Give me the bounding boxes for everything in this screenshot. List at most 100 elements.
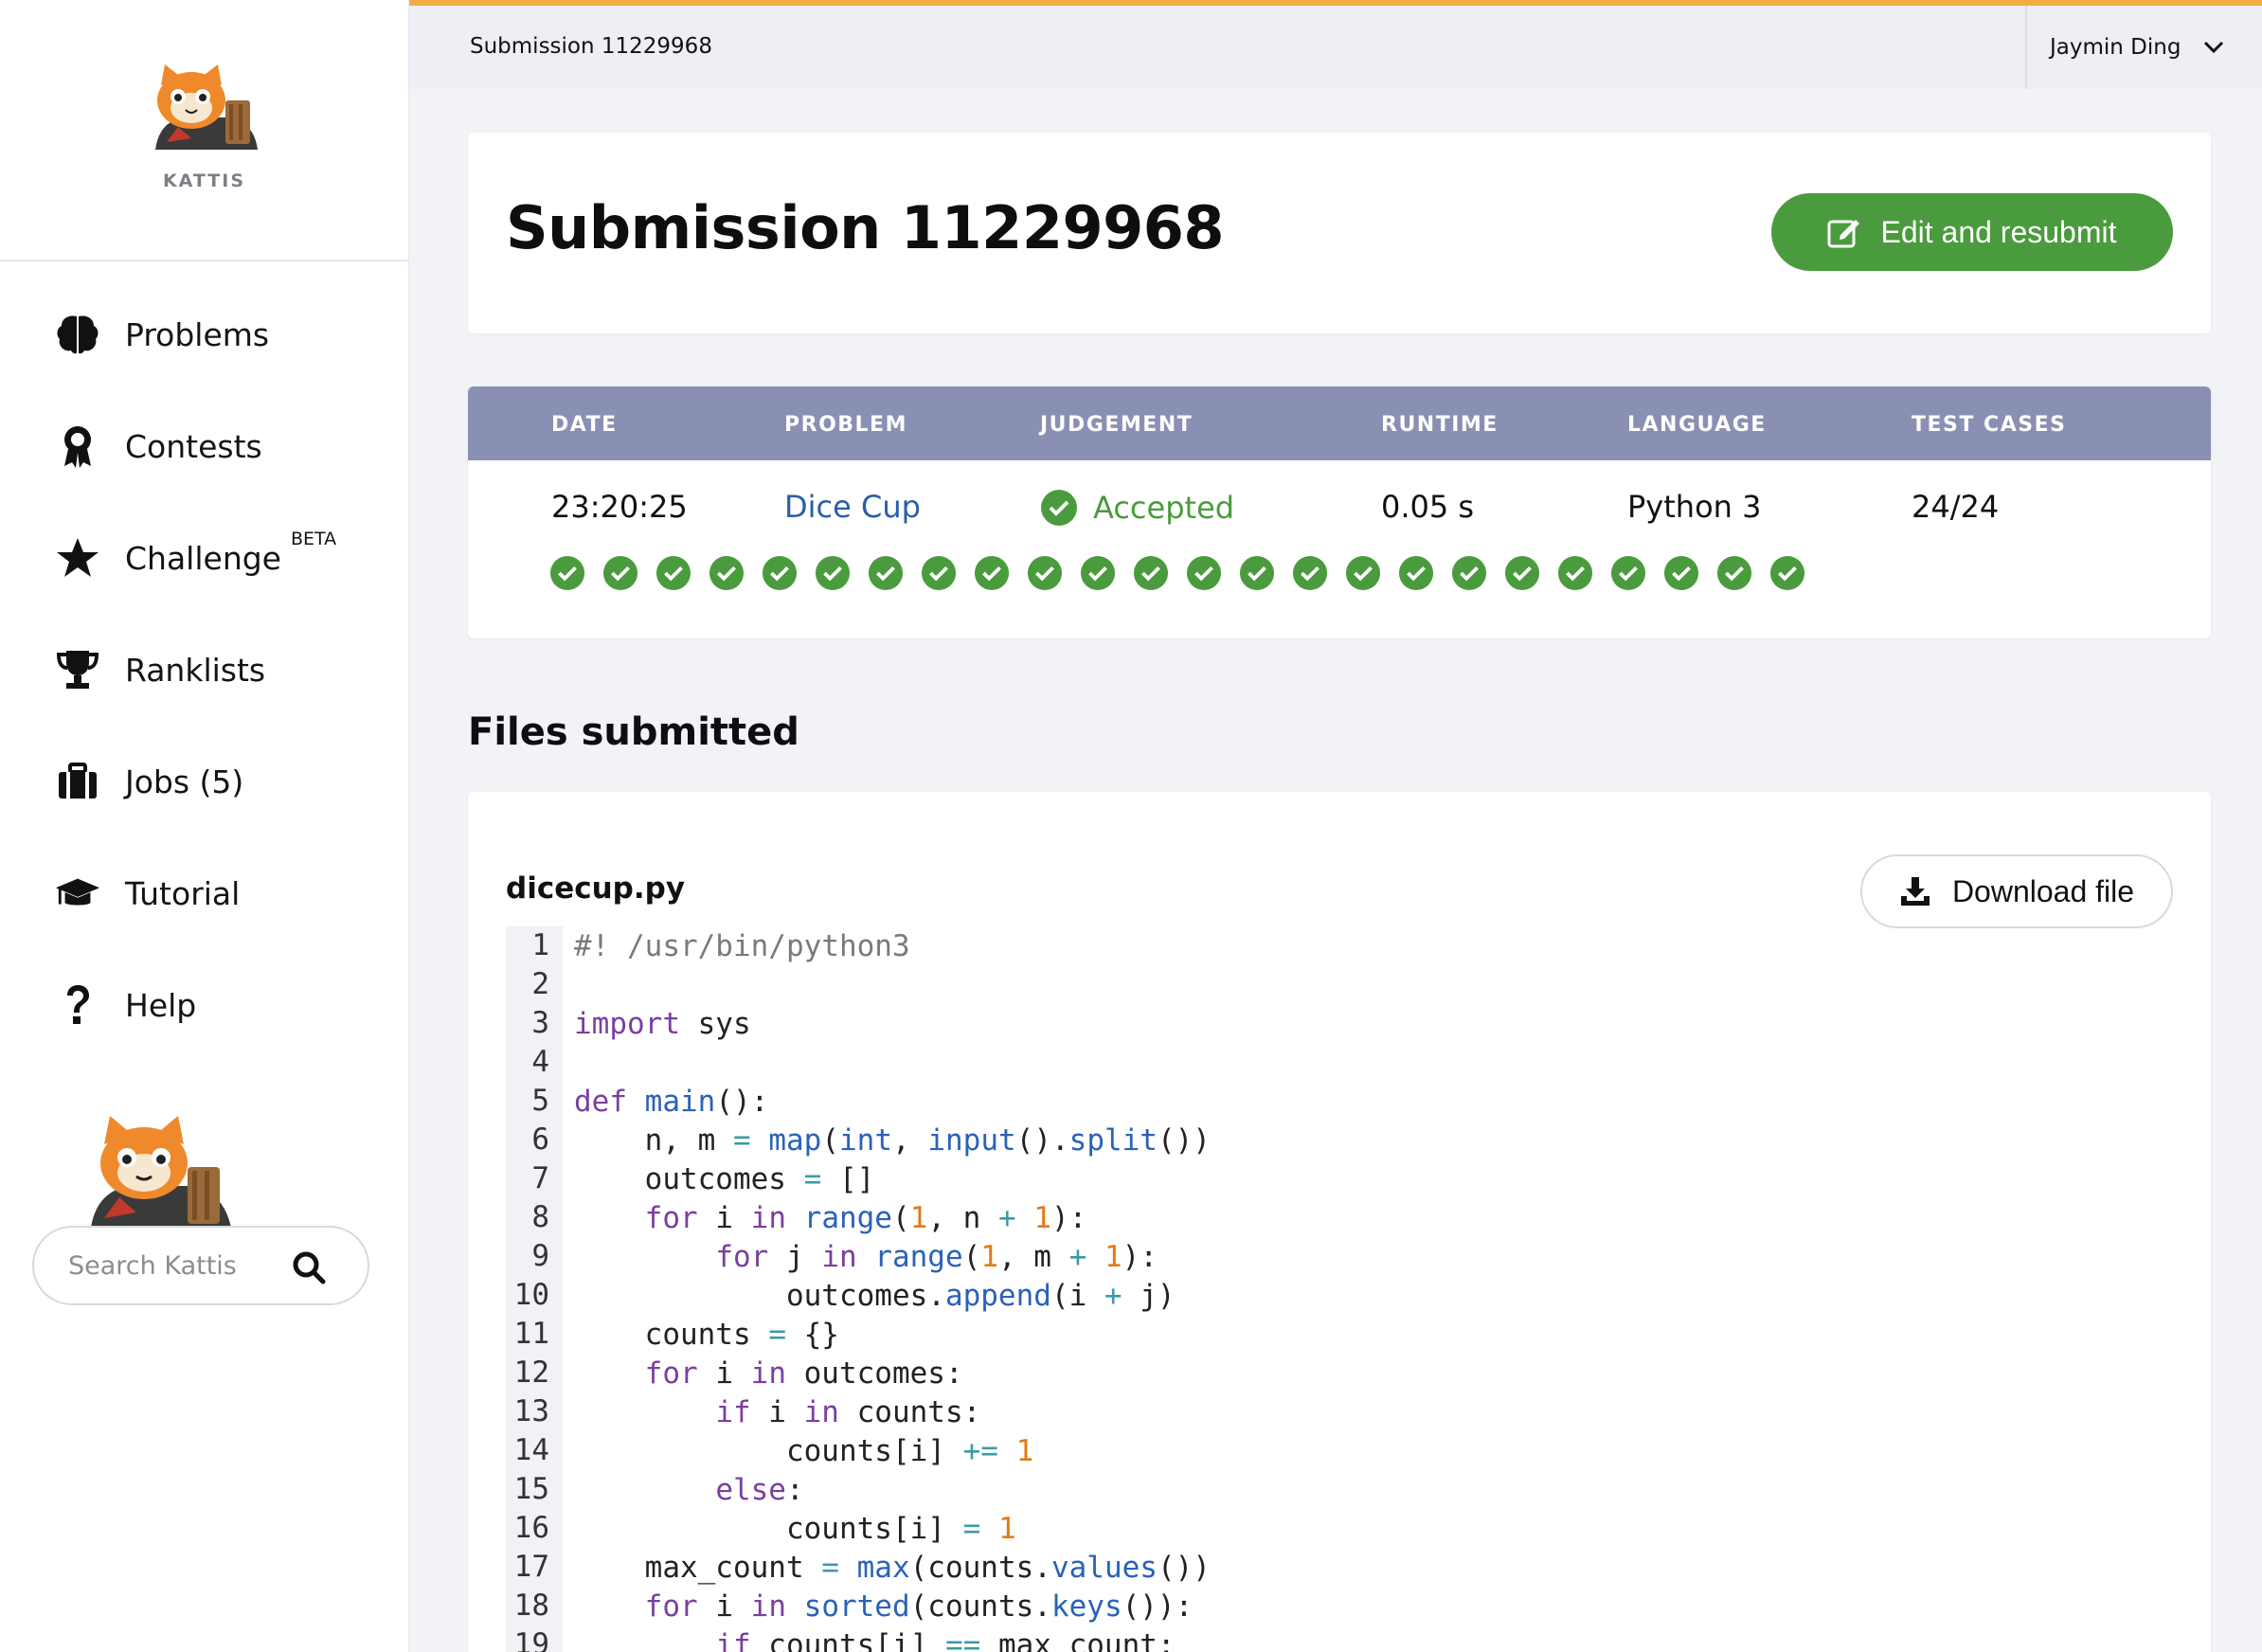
nav-item-tutorial[interactable]: Tutorial xyxy=(0,837,408,949)
search-input[interactable] xyxy=(68,1250,286,1281)
test-case-passed-icon[interactable] xyxy=(1610,555,1646,591)
beta-badge: BETA xyxy=(290,529,337,549)
col-problem: PROBLEM xyxy=(784,413,907,437)
code-line: 5 def main(): xyxy=(506,1082,2173,1121)
results-header-row: DATE PROBLEM JUDGEMENT RUNTIME LANGUAGE … xyxy=(468,386,2211,460)
code-line: 17 max_count = max(counts.values()) xyxy=(506,1548,2173,1587)
test-case-passed-icon[interactable] xyxy=(868,555,904,591)
code-line: 12 for i in outcomes: xyxy=(506,1354,2173,1392)
test-case-passed-icon[interactable] xyxy=(815,555,851,591)
code-text: counts[i] = 1 xyxy=(574,1511,1016,1546)
test-case-passed-icon[interactable] xyxy=(1398,555,1434,591)
line-number: 15 xyxy=(506,1470,563,1509)
test-case-passed-icon[interactable] xyxy=(602,555,638,591)
user-menu[interactable]: Jaymin Ding xyxy=(2025,6,2262,89)
files-section-title: Files submitted xyxy=(468,710,799,754)
download-file-button[interactable]: Download file xyxy=(1860,854,2173,928)
test-cases-value: 24/24 xyxy=(1912,489,2000,525)
test-case-passed-icon[interactable] xyxy=(1186,555,1222,591)
test-case-passed-icon[interactable] xyxy=(1504,555,1540,591)
col-language: LANGUAGE xyxy=(1627,413,1767,437)
question-icon xyxy=(55,982,100,1028)
nav-label: Contests xyxy=(125,427,262,465)
nav-item-ranklists[interactable]: Ranklists xyxy=(0,614,408,726)
nav-label: Help xyxy=(125,986,197,1024)
test-case-passed-icon[interactable] xyxy=(1239,555,1275,591)
search-icon[interactable] xyxy=(292,1250,326,1284)
code-text: for i in range(1, n + 1): xyxy=(644,1200,1087,1235)
test-case-passed-icon[interactable] xyxy=(762,555,798,591)
language-value: Python 3 xyxy=(1627,489,1762,525)
code-viewer: 1 #! /usr/bin/python3 2 3 import sys 4 5 def ma… xyxy=(506,926,2173,1652)
nav-item-help[interactable]: Help xyxy=(0,949,408,1061)
code-line: 18 for i in sorted(counts.keys()): xyxy=(506,1587,2173,1625)
test-case-passed-icon[interactable] xyxy=(1769,555,1805,591)
code-text: outcomes.append(i + j) xyxy=(574,1278,1176,1313)
code-line: 1 #! /usr/bin/python3 xyxy=(506,926,2173,965)
submission-header-card: Submission 11229968 Edit and resubmit xyxy=(468,133,2211,333)
line-number: 5 xyxy=(506,1082,563,1121)
star-icon xyxy=(55,535,100,581)
nav-item-contests[interactable]: Contests xyxy=(0,390,408,502)
col-judgement: JUDGEMENT xyxy=(1040,413,1194,437)
code-text: max_count = max(counts.values()) xyxy=(574,1550,1211,1585)
line-number: 12 xyxy=(506,1354,563,1392)
logo-text: KATTIS xyxy=(162,171,246,191)
code-text: if i in counts: xyxy=(715,1394,981,1429)
line-number: 6 xyxy=(506,1121,563,1159)
results-table: DATE PROBLEM JUDGEMENT RUNTIME LANGUAGE … xyxy=(468,386,2211,638)
runtime-value: 0.05 s xyxy=(1381,489,1475,525)
kattis-cat-logo-icon xyxy=(154,64,258,150)
code-text: def main(): xyxy=(574,1084,769,1119)
code-text: #! /usr/bin/python3 xyxy=(574,928,910,963)
edit-resubmit-button[interactable]: Edit and resubmit xyxy=(1771,193,2173,271)
problem-link[interactable]: Dice Cup xyxy=(784,489,921,525)
test-case-passed-icon[interactable] xyxy=(1557,555,1593,591)
line-number: 19 xyxy=(506,1625,563,1652)
code-line: 10 outcomes.append(i + j) xyxy=(506,1276,2173,1315)
test-case-passed-icon[interactable] xyxy=(1663,555,1699,591)
code-text: counts = {} xyxy=(574,1317,839,1352)
logo[interactable]: KATTIS xyxy=(0,0,408,261)
edit-icon xyxy=(1827,220,1860,248)
line-number: 7 xyxy=(506,1159,563,1198)
briefcase-icon xyxy=(55,759,100,804)
test-case-passed-icon[interactable] xyxy=(549,555,585,591)
test-case-passed-icon[interactable] xyxy=(709,555,745,591)
test-case-passed-icon[interactable] xyxy=(921,555,957,591)
test-case-passed-icon[interactable] xyxy=(655,555,691,591)
judgement-status: Accepted xyxy=(1040,489,1234,527)
nav-label: Ranklists xyxy=(125,651,266,689)
nav-item-problems[interactable]: Problems xyxy=(0,278,408,390)
code-text: outcomes = [] xyxy=(574,1161,875,1196)
test-case-passed-icon[interactable] xyxy=(1133,555,1169,591)
download-icon xyxy=(1900,877,1930,906)
page-title: Submission 11229968 xyxy=(506,193,1225,262)
sidebar: KATTIS Problems Contests Challenge BETA xyxy=(0,0,409,1652)
code-line: 8 for i in range(1, n + 1): xyxy=(506,1198,2173,1237)
nav-item-jobs[interactable]: Jobs (5) xyxy=(0,726,408,837)
test-case-passed-icon[interactable] xyxy=(1027,555,1063,591)
line-number: 17 xyxy=(506,1548,563,1587)
code-line: 13 if i in counts: xyxy=(506,1392,2173,1431)
test-case-passed-icon[interactable] xyxy=(1292,555,1328,591)
nav-label: Tutorial xyxy=(125,874,241,912)
line-number: 10 xyxy=(506,1276,563,1315)
test-case-passed-icon[interactable] xyxy=(1451,555,1487,591)
test-case-passed-icon[interactable] xyxy=(974,555,1010,591)
col-test-cases: TEST CASES xyxy=(1912,413,2067,437)
test-case-passed-icon[interactable] xyxy=(1345,555,1381,591)
nav-label: Jobs (5) xyxy=(125,763,244,800)
nav-item-challenge[interactable]: Challenge BETA xyxy=(0,502,408,614)
code-line: 3 import sys xyxy=(506,1004,2173,1043)
line-number: 4 xyxy=(506,1043,563,1082)
code-line: 11 counts = {} xyxy=(506,1315,2173,1354)
test-case-passed-icon[interactable] xyxy=(1080,555,1116,591)
top-bar: Submission 11229968 Jaymin Ding xyxy=(409,0,2262,89)
user-name: Jaymin Ding xyxy=(2050,35,2181,60)
file-name: dicecup.py xyxy=(506,871,686,906)
nav-label: Problems xyxy=(125,315,270,353)
line-number: 13 xyxy=(506,1392,563,1431)
test-case-passed-icon[interactable] xyxy=(1716,555,1752,591)
check-circle-icon xyxy=(1041,490,1077,526)
